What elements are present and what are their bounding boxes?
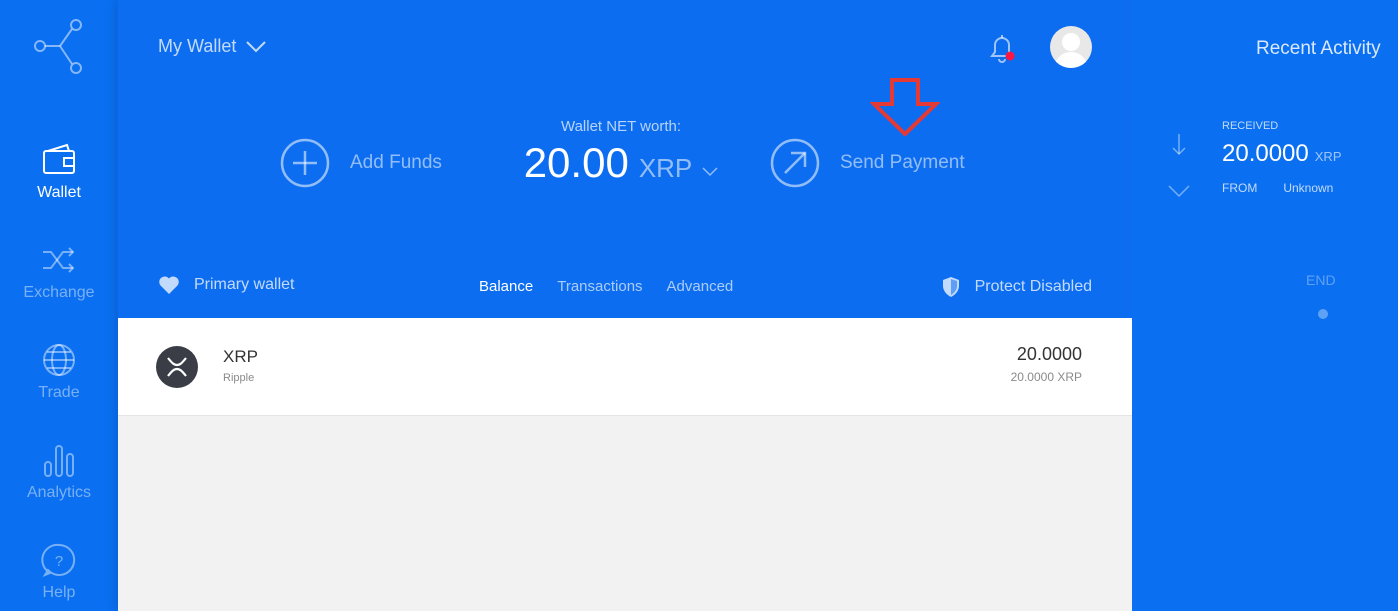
sidebar-item-label: Help xyxy=(42,584,76,601)
activity-amount-row[interactable]: 20.0000 XRP xyxy=(1222,140,1342,168)
sidebar-item-label: Trade xyxy=(38,384,80,401)
bar-chart-icon xyxy=(44,445,74,477)
sidebar-item-exchange[interactable]: Exchange xyxy=(0,242,118,302)
logo-icon[interactable] xyxy=(30,18,86,78)
activity-from: FROM Unknown xyxy=(1222,181,1333,195)
activity-from-label: FROM xyxy=(1222,181,1258,195)
activity-end-label: END xyxy=(1306,272,1336,288)
heart-icon xyxy=(159,276,179,294)
wallet-select-label: My Wallet xyxy=(158,36,237,56)
sidebar-item-label: Exchange xyxy=(23,284,95,301)
globe-icon xyxy=(43,344,75,376)
currency-chevron-icon xyxy=(702,167,718,177)
sidebar-item-label: Wallet xyxy=(37,184,81,201)
sidebar-item-trade[interactable]: Trade xyxy=(0,342,118,402)
net-worth-currency: XRP xyxy=(638,153,693,183)
shuffle-icon xyxy=(43,247,75,273)
sidebar-item-label: Analytics xyxy=(26,484,92,501)
recent-activity-panel: Recent Activity RECEIVED 20.0000 XRP FRO… xyxy=(1132,0,1398,611)
primary-wallet-label: Primary wallet xyxy=(194,276,295,293)
tab-transactions[interactable]: Transactions xyxy=(557,278,642,295)
sidebar: Wallet Exchange Trade Analytics ? Help xyxy=(0,0,118,611)
asset-balance: 20.0000 xyxy=(1016,344,1082,364)
asset-balance-converted: 20.0000 XRP xyxy=(1010,370,1082,384)
chevron-down-icon xyxy=(246,40,267,52)
svg-text:?: ? xyxy=(55,553,63,570)
wallet-header: My Wallet Add Funds Wallet NET worth: 20… xyxy=(118,0,1132,318)
send-payment-label: Send Payment xyxy=(840,152,965,173)
send-payment-button[interactable]: Send Payment xyxy=(770,138,965,188)
activity-type: RECEIVED xyxy=(1222,120,1279,132)
sidebar-item-wallet[interactable]: Wallet xyxy=(0,142,118,202)
activity-end-dot xyxy=(1318,309,1328,319)
xrp-coin-icon xyxy=(156,346,198,388)
user-avatar-icon xyxy=(1054,33,1088,68)
protect-status[interactable]: Protect Disabled xyxy=(941,276,1092,298)
asset-name: XRP xyxy=(223,347,258,366)
arrow-up-right-circle-icon xyxy=(770,138,820,188)
activity-from-value: Unknown xyxy=(1283,181,1334,195)
wallet-selector[interactable]: My Wallet xyxy=(158,36,267,57)
recent-activity-title: Recent Activity xyxy=(1256,38,1381,59)
wallet-icon xyxy=(43,143,75,174)
sidebar-item-analytics[interactable]: Analytics xyxy=(0,442,118,502)
annotation-down-arrow-icon xyxy=(870,78,940,136)
net-worth-amount: 20.00 xyxy=(523,139,629,186)
asset-subtitle: Ripple xyxy=(223,372,255,384)
received-arrow-icon xyxy=(1168,134,1190,198)
plus-circle-icon xyxy=(280,138,330,188)
notification-dot xyxy=(1005,51,1015,61)
net-worth: Wallet NET worth: 20.00 XRP xyxy=(498,118,744,187)
add-funds-button[interactable]: Add Funds xyxy=(280,138,442,188)
add-funds-label: Add Funds xyxy=(350,152,442,173)
wallet-tabs: Balance Transactions Advanced xyxy=(479,278,733,295)
asset-row[interactable]: XRP Ripple 20.0000 20.0000 XRP xyxy=(118,318,1132,416)
shield-icon xyxy=(942,277,959,297)
avatar[interactable] xyxy=(1050,26,1092,68)
main-panel: My Wallet Add Funds Wallet NET worth: 20… xyxy=(118,0,1132,611)
activity-amount: 20.0000 xyxy=(1222,140,1309,167)
tab-advanced[interactable]: Advanced xyxy=(667,278,734,295)
net-worth-amount-row[interactable]: 20.00 XRP xyxy=(498,139,744,187)
sidebar-item-help[interactable]: ? Help xyxy=(0,542,118,602)
activity-currency: XRP xyxy=(1314,149,1342,164)
protect-label: Protect Disabled xyxy=(974,278,1092,295)
tab-balance[interactable]: Balance xyxy=(479,278,533,295)
notification-bell-icon[interactable] xyxy=(988,32,1016,64)
net-worth-label: Wallet NET worth: xyxy=(560,118,682,135)
help-icon: ? xyxy=(41,543,76,578)
primary-wallet[interactable]: Primary wallet xyxy=(158,275,294,295)
